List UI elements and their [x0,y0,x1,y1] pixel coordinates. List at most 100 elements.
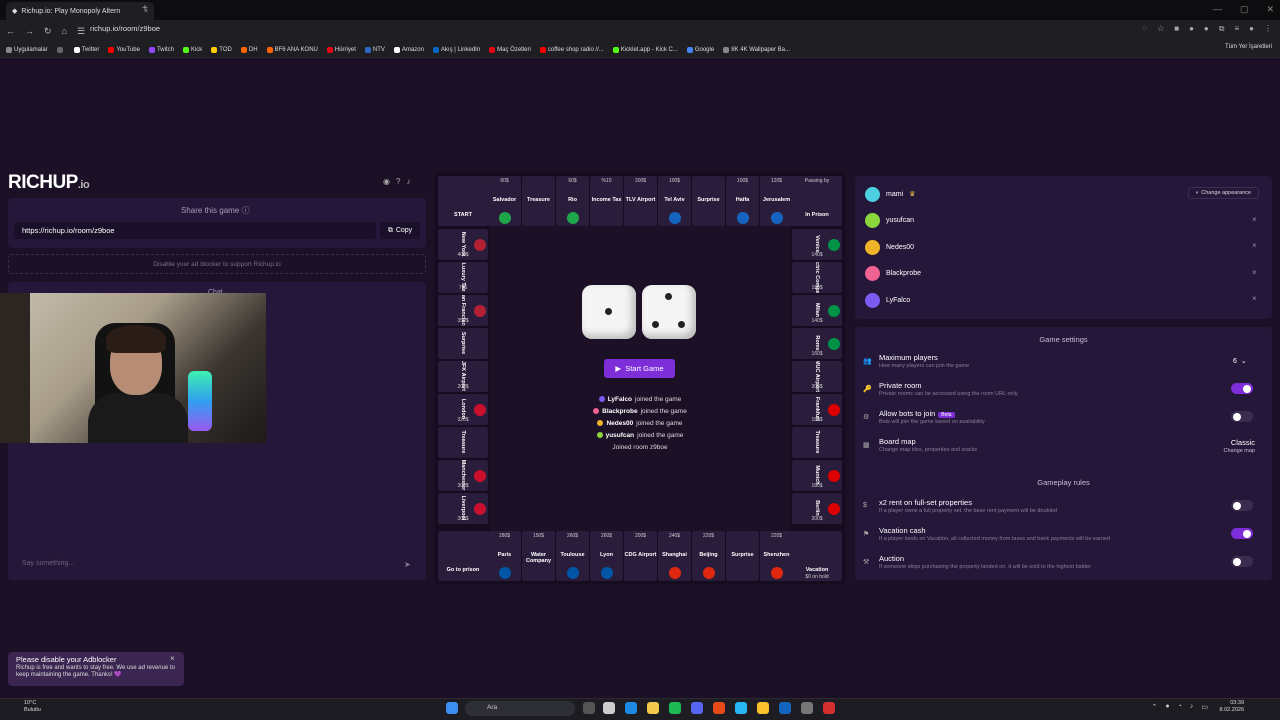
taskbar-clock[interactable]: 03:39 8.02.2026 [1220,700,1244,714]
board-tile[interactable]: 200$ MUC Airport [792,361,842,392]
taskbar-search[interactable]: Ara [465,701,575,716]
board-tile[interactable]: 350$ San Francisco [438,295,488,326]
files-icon[interactable] [603,702,615,714]
hide-icon[interactable]: ◌ [1142,24,1147,34]
edge-icon[interactable] [625,702,637,714]
bookmark-item[interactable]: Twitter [73,46,99,53]
board-tile[interactable]: 300$ Manchester [438,460,488,491]
app-icon[interactable] [801,702,813,714]
chevron-up-icon[interactable]: ⌃ [1152,703,1158,711]
board-tile[interactable]: 280$ Paris [488,531,521,581]
network-icon[interactable]: ◔ [1178,703,1182,711]
help-icon[interactable]: ? [396,177,400,186]
bookmark-item[interactable]: Maç Özetleri [489,46,531,53]
board-tile[interactable]: 240$ Shanghai [658,531,691,581]
board-tile[interactable]: 200$ Berlin [792,493,842,524]
bookmark-item[interactable]: Hürriyet [326,46,356,53]
bookmark-item[interactable]: Kick [182,46,202,53]
board-tile[interactable]: Treasure [522,176,555,226]
battery-icon[interactable]: ▭ [1201,703,1208,711]
board-tile[interactable]: Surprise [438,328,488,359]
forward-icon[interactable]: → [25,26,34,36]
board-tile[interactable]: 300$ Liverpool [438,493,488,524]
reload-icon[interactable]: ↻ [44,26,52,37]
bookmark-item[interactable]: DH [240,46,258,53]
bookmark-item[interactable]: YouTube [108,46,140,53]
site-info-icon[interactable]: ☰ [77,26,85,37]
board-tile[interactable]: 200$ JFK Airport [438,361,488,392]
folder-icon[interactable] [647,702,659,714]
board-tile[interactable]: 140$ Venice [792,229,842,260]
address-bar[interactable]: richup.io/room/z9boe [90,24,160,33]
back-icon[interactable]: ← [6,26,15,36]
board-tile[interactable]: 140$ Milan [792,295,842,326]
bookmark-item[interactable]: 8K 4K Wallpaper Ba... [723,46,790,53]
board-tile[interactable]: 200$ CDG Airport [624,531,657,581]
bookmark-item[interactable] [56,46,65,53]
kick-player-icon[interactable]: × [1252,294,1257,303]
max-players-select[interactable]: 6 ⌄ [1233,355,1257,367]
browser-tab[interactable]: ◆ Richup.io: Play Monopoly Altern × [6,2,154,20]
board-tile[interactable]: 60$ Salvador [488,176,521,226]
change-map-link[interactable]: Change map [1224,448,1256,454]
bookmark-item[interactable]: Uygulamalar [6,46,48,53]
board-tile[interactable]: 260$ Toulouse [556,531,589,581]
home-icon[interactable]: ⌂ [62,26,67,36]
extensions-puzzle-icon[interactable]: ⧉ [1219,24,1225,34]
discord-taskbar-icon[interactable] [691,702,703,714]
kick-player-icon[interactable]: × [1252,241,1257,250]
windows-start-icon[interactable] [446,702,458,714]
all-bookmarks-button[interactable]: Tüm Yer İşaretleri [1225,44,1272,50]
start-game-button[interactable]: ▶ Start Game [604,359,675,378]
board-tile[interactable]: 150$ Electric Company [792,262,842,293]
menu-lines-icon[interactable]: ≡ [1234,24,1239,34]
bookmark-star-icon[interactable]: ☆ [1157,24,1164,34]
bookmark-item[interactable]: NTV [364,46,385,53]
board-tile[interactable]: 150$ Water Company [522,531,555,581]
player-row[interactable]: mami ♛ [865,185,915,203]
bookmark-item[interactable]: Akış | LinkedIn [432,46,480,53]
extension-icon[interactable]: ● [1189,24,1194,34]
info-icon[interactable]: ⓘ [242,206,250,215]
spotify-icon[interactable] [669,702,681,714]
board-tile[interactable]: 260$ Lyon [590,531,623,581]
corner-vacation[interactable]: Vacation $0 on hold [792,531,842,581]
bookmark-item[interactable]: Amazon [393,46,424,53]
maximize-icon[interactable]: ▢ [1240,4,1249,15]
sound-icon[interactable]: ♪ [406,177,410,186]
bookmark-item[interactable]: BF6 ANA KONU [266,46,318,53]
steam-icon[interactable] [779,702,791,714]
board-tile[interactable]: Treasure [438,427,488,458]
allow-bots-toggle[interactable] [1231,411,1253,422]
board-tile[interactable]: 180$ Munich [792,460,842,491]
toast-close-icon[interactable]: × [170,654,175,663]
board-tile[interactable]: 120$ Jerusalem [760,176,793,226]
extension-icon[interactable]: ■ [1174,24,1179,34]
more-icon[interactable]: ⋮ [1264,24,1272,34]
player-row[interactable]: Blackprobe [865,265,921,283]
close-window-icon[interactable]: ✕ [1266,4,1274,15]
app-icon[interactable] [713,702,725,714]
vacation-cash-toggle[interactable] [1231,528,1253,539]
share-url-field[interactable]: https://richup.io/room/z9boe [14,222,376,239]
board-tile[interactable]: 180$ Frankfurt [792,394,842,425]
private-room-toggle[interactable] [1231,383,1253,394]
profile-avatar[interactable]: ● [1249,24,1254,34]
board-tile[interactable]: 160$ Rome [792,328,842,359]
weather-widget[interactable]: 10°C Bulutlu [10,700,41,714]
kick-player-icon[interactable]: × [1252,215,1257,224]
corner-prison[interactable]: In Prison Passing by [792,176,842,226]
chrome-icon[interactable] [757,702,769,714]
player-row[interactable]: LyFalco [865,291,910,309]
x2-rent-toggle[interactable] [1231,500,1253,511]
new-tab-button[interactable]: + [142,3,148,14]
bookmark-item[interactable]: Kicklet.app - Kick C... [612,46,678,53]
bookmark-item[interactable]: Twitch [148,46,174,53]
board-tile[interactable]: 100$ Tel Aviv [658,176,691,226]
player-row[interactable]: yusufcan [865,212,914,230]
richup-logo[interactable]: RICHUP.io [8,172,90,194]
board-tile[interactable]: 60$ Rio [556,176,589,226]
bookmark-item[interactable]: Google [686,46,714,53]
board-tile[interactable]: 400$ New York [438,229,488,260]
board-tile[interactable]: Surprise [692,176,725,226]
